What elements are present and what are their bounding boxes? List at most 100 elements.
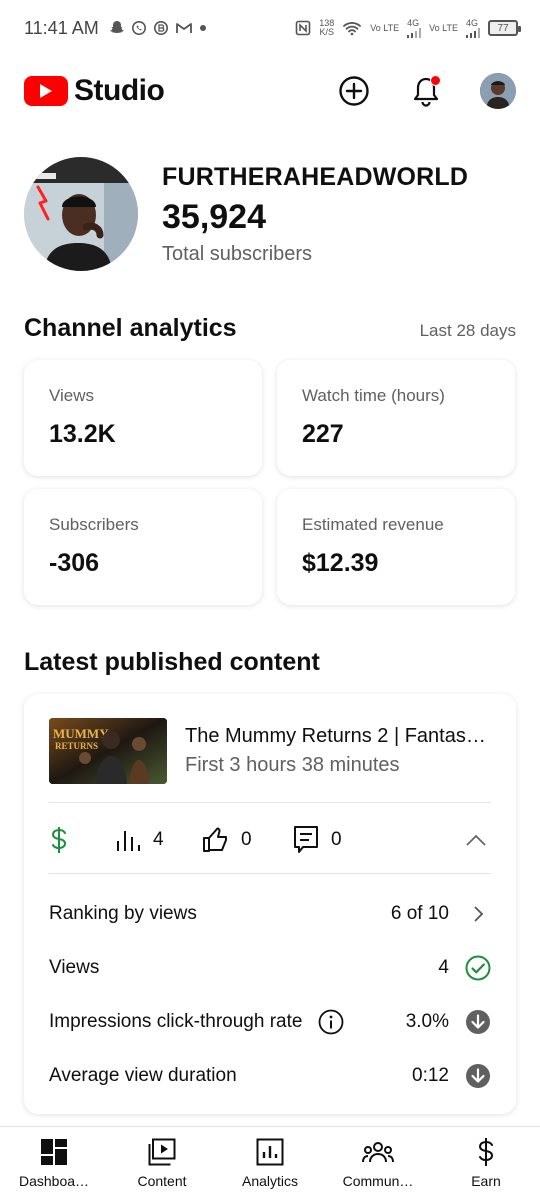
network2: 4G	[466, 18, 480, 38]
latest-video[interactable]: MUMMY RETURNS The Mummy Returns 2 | Fant…	[49, 718, 491, 784]
likes-count: 0	[241, 829, 252, 850]
video-title: The Mummy Returns 2 | Fantas…	[185, 725, 486, 747]
info-icon[interactable]	[318, 1009, 344, 1035]
latest-content-title: Latest published content	[24, 648, 320, 676]
metric-value: 3.0%	[405, 1011, 449, 1032]
battery-icon: 77	[488, 20, 521, 36]
card-value: -306	[49, 549, 100, 577]
signal1-icon	[407, 27, 422, 38]
video-subtitle: First 3 hours 38 minutes	[185, 754, 400, 776]
comments-count: 0	[331, 829, 342, 850]
likes-stat: 0	[201, 826, 293, 854]
video-stats-row: 4 0 0	[49, 818, 491, 862]
metric-value: 0:12	[412, 1065, 449, 1086]
network1: 4G	[407, 17, 422, 38]
youtube-play-icon	[24, 76, 68, 106]
add-circle-icon	[339, 76, 369, 106]
check-circle-icon	[465, 955, 491, 981]
notifications-button[interactable]	[408, 73, 444, 109]
arrow-down-circle-icon	[465, 1063, 491, 1089]
analytics-icon	[256, 1137, 284, 1167]
video-thumbnail: MUMMY RETURNS	[49, 718, 167, 784]
comment-icon	[294, 826, 318, 853]
latest-content-card: MUMMY RETURNS The Mummy Returns 2 | Fant…	[24, 694, 516, 1114]
views-stat: 4	[115, 829, 201, 851]
signal2-icon	[466, 27, 480, 38]
status-bar: 11:41 AM 138 K/S Vo LTE 4G Vo LTE 4G 77	[0, 0, 540, 56]
subscriber-count: 35,924	[162, 197, 266, 236]
metric-label: Impressions click-through rate	[49, 1011, 303, 1032]
network1-text: 4G	[407, 17, 420, 28]
metric-value: 6 of 10	[390, 903, 449, 924]
analytics-period: Last 28 days	[419, 321, 516, 340]
ctr-metric-row: Impressions click-through rate 3.0%	[49, 1004, 491, 1040]
nav-community[interactable]: Commun…	[324, 1127, 432, 1200]
nav-content[interactable]: Content	[108, 1127, 216, 1200]
metric-value: 4	[438, 957, 449, 978]
notification-dot-icon	[199, 24, 207, 32]
dashboard-icon	[40, 1137, 68, 1167]
logo-text: Studio	[74, 74, 165, 107]
snapchat-icon	[109, 20, 125, 36]
card-value: 13.2K	[49, 420, 116, 448]
card-value: 227	[302, 420, 344, 448]
nav-label: Analytics	[241, 1173, 299, 1189]
subscribers-card[interactable]: Subscribers -306	[24, 489, 262, 605]
views-metric-row: Views 4	[49, 950, 491, 986]
divider	[49, 802, 491, 803]
nav-label: Dashboa…	[18, 1173, 90, 1189]
sim1-label: Vo LTE	[370, 22, 400, 33]
account-avatar	[480, 73, 516, 109]
channel-analytics-header: Channel analytics Last 28 days	[24, 314, 516, 343]
gmail-icon	[175, 21, 193, 35]
latest-content-header: Latest published content	[24, 648, 516, 677]
watch-time-card[interactable]: Watch time (hours) 227	[277, 360, 515, 476]
studio-logo[interactable]: Studio	[24, 74, 165, 108]
app-header: Studio	[0, 66, 540, 116]
collapse-button[interactable]	[461, 825, 491, 855]
whatsapp-business-icon	[153, 20, 169, 36]
network-speed: 138 K/S	[319, 19, 334, 37]
dollar-icon	[51, 827, 67, 853]
ranking-by-views-row[interactable]: Ranking by views 6 of 10	[49, 896, 491, 932]
content-icon	[148, 1137, 176, 1167]
arrow-down-circle-icon	[465, 1009, 491, 1035]
bottom-navigation: Dashboa… Content Analytics Commun… Earn	[0, 1126, 540, 1200]
subscriber-label: Total subscribers	[162, 242, 313, 265]
chevron-up-icon	[466, 834, 486, 846]
create-button[interactable]	[336, 73, 372, 109]
network-speed-unit: K/S	[319, 27, 335, 37]
account-button[interactable]	[480, 73, 516, 109]
wifi-icon	[342, 20, 362, 36]
bar-chart-icon	[117, 831, 140, 851]
nav-earn[interactable]: Earn	[432, 1127, 540, 1200]
community-icon	[362, 1137, 394, 1167]
svg-text:RETURNS: RETURNS	[55, 741, 98, 751]
nav-label: Content	[137, 1173, 187, 1189]
metric-label: Ranking by views	[49, 903, 197, 924]
card-label: Watch time (hours)	[302, 386, 445, 405]
views-count: 4	[153, 829, 164, 850]
revenue-card[interactable]: Estimated revenue $12.39	[277, 489, 515, 605]
views-card[interactable]: Views 13.2K	[24, 360, 262, 476]
status-time: 11:41 AM	[24, 17, 99, 38]
nav-dashboard[interactable]: Dashboa…	[0, 1127, 108, 1200]
card-label: Views	[49, 386, 95, 405]
nav-analytics[interactable]: Analytics	[216, 1127, 324, 1200]
whatsapp-icon	[131, 20, 147, 36]
channel-analytics-title: Channel analytics	[24, 314, 237, 342]
divider	[49, 873, 491, 874]
channel-summary: FURTHERAHEADWORLD 35,924 Total subscribe…	[24, 156, 516, 272]
card-label: Estimated revenue	[302, 515, 444, 534]
sim2-text: Vo LTE	[429, 22, 458, 33]
sim1-text: Vo LTE	[370, 22, 400, 33]
avg-view-duration-row: Average view duration 0:12	[49, 1058, 491, 1094]
metric-label: Views	[49, 957, 100, 978]
battery-level: 77	[497, 22, 509, 34]
nav-label: Earn	[471, 1173, 501, 1189]
channel-avatar[interactable]	[24, 157, 138, 271]
card-label: Subscribers	[49, 515, 139, 534]
sim2-label: Vo LTE	[429, 22, 458, 33]
card-value: $12.39	[302, 549, 379, 577]
chevron-right-icon	[465, 901, 491, 927]
